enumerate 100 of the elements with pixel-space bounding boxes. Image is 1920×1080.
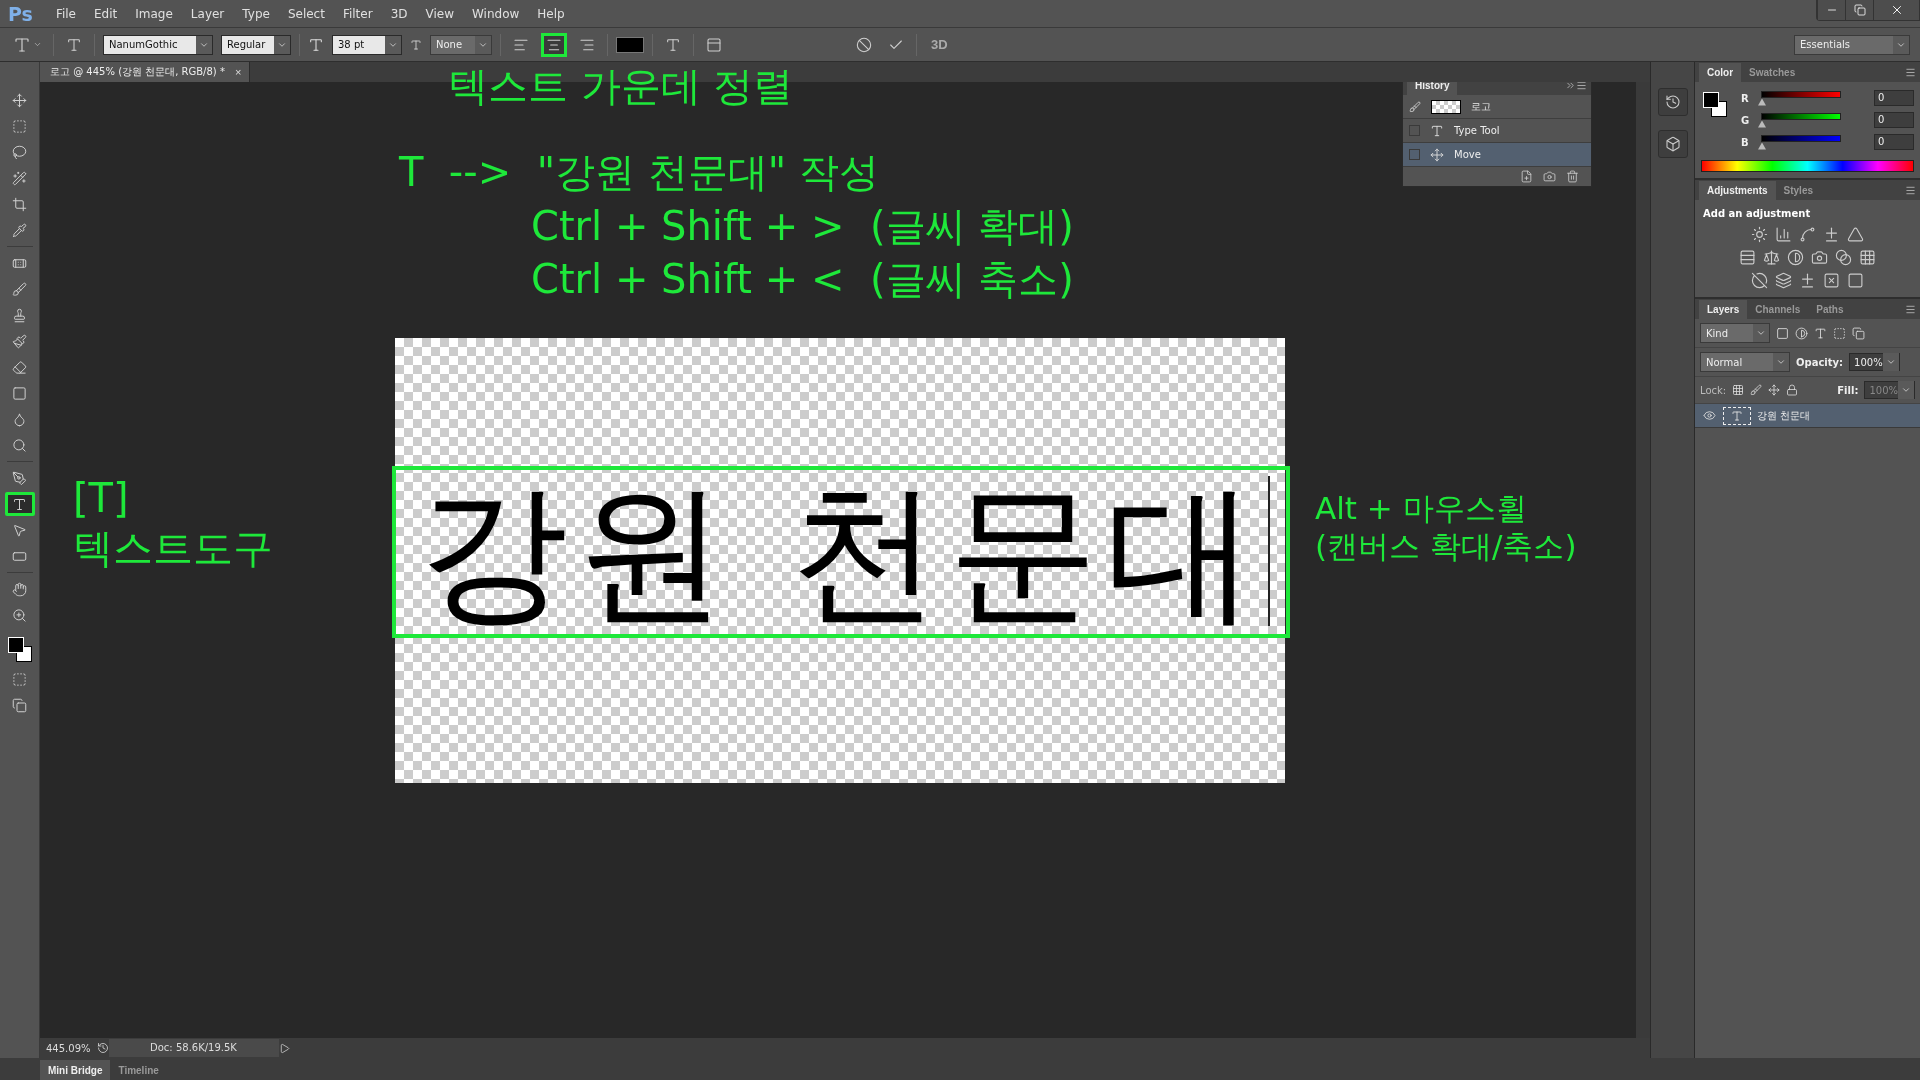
- pen-icon: [12, 470, 27, 486]
- wand-icon: [12, 170, 27, 186]
- curve-icon: [1799, 226, 1816, 243]
- panel-tab[interactable]: Paths: [1808, 300, 1852, 319]
- workspace-select[interactable]: Essentials: [1794, 34, 1910, 55]
- crop-icon: [12, 196, 27, 212]
- blend-mode-select[interactable]: Normal: [1700, 352, 1790, 372]
- align-button[interactable]: [541, 32, 567, 57]
- font-family-select[interactable]: NanumGothic: [103, 34, 213, 55]
- color-swatches[interactable]: [5, 635, 34, 665]
- properties-dock-button[interactable]: [1657, 130, 1688, 158]
- layers-icon: [1775, 272, 1792, 289]
- document-tab[interactable]: 로고 @ 445% (강원 천문대, RGB/8) * ×: [40, 62, 251, 82]
- camera-icon: [1543, 170, 1556, 183]
- type-icon: [13, 35, 31, 54]
- trash-icon: [1566, 170, 1579, 183]
- text-color-swatch[interactable]: [616, 36, 644, 53]
- channel-value[interactable]: 0: [1874, 90, 1914, 106]
- type-filter-icon: [1814, 326, 1827, 340]
- history-dock-button[interactable]: [1657, 88, 1688, 116]
- caret-icon: [33, 40, 42, 49]
- color-spectrum[interactable]: [1701, 160, 1914, 172]
- 3d-button[interactable]: 3D: [925, 36, 954, 53]
- layer-filter-select[interactable]: Kind: [1700, 323, 1770, 343]
- circle-slash-icon: [1751, 272, 1768, 289]
- history-step[interactable]: Move: [1403, 143, 1591, 167]
- caret-icon: [1756, 328, 1766, 338]
- stamp-icon: [12, 307, 27, 323]
- scale-icon: [1763, 249, 1780, 266]
- channel-value[interactable]: 0: [1874, 112, 1914, 128]
- panel-tab[interactable]: Color: [1699, 63, 1742, 82]
- grid-icon: [1859, 249, 1876, 266]
- channel-label: R: [1741, 92, 1750, 104]
- menu-icon: [1576, 82, 1587, 91]
- move-icon: [12, 92, 27, 108]
- history-icon: [1664, 94, 1681, 110]
- zoom-level: 445.09%: [45, 1042, 92, 1054]
- snapshot-thumbnail: [1431, 99, 1461, 114]
- tool-button[interactable]: [4, 492, 35, 516]
- tab-close-button[interactable]: ×: [234, 66, 242, 78]
- menu-item[interactable]: View: [416, 6, 463, 21]
- dashed-square-icon: [12, 118, 27, 134]
- play-icon: [278, 1042, 290, 1054]
- panel-tab[interactable]: Adjustments: [1699, 181, 1776, 200]
- layer-row[interactable]: 강원 천문대: [1695, 404, 1920, 428]
- square-x-icon: [1823, 272, 1840, 289]
- channel-label: G: [1741, 114, 1751, 126]
- eye-icon: [1702, 409, 1716, 422]
- font-style-select[interactable]: Regular: [221, 34, 291, 55]
- bottom-tab[interactable]: Mini Bridge: [40, 1060, 111, 1080]
- zoom-icon: [12, 607, 27, 623]
- menu-item[interactable]: Type: [233, 6, 279, 21]
- font-size-select[interactable]: 38 pt: [332, 34, 402, 55]
- circles-icon: [1835, 249, 1852, 266]
- panel-tab[interactable]: Styles: [1775, 181, 1822, 200]
- fill-label: Fill:: [1837, 384, 1859, 396]
- lock-label: Lock:: [1700, 384, 1727, 396]
- hand-icon: [12, 581, 27, 597]
- panel-icon: [706, 36, 722, 53]
- smart-filter-icon: [1852, 326, 1865, 340]
- menu-item[interactable]: Window: [463, 6, 529, 21]
- annotation-text: T --> "강원 천문대" 작성: [399, 148, 879, 196]
- square-icon: [12, 385, 27, 401]
- type-icon: [1731, 409, 1743, 422]
- image-filter-icon: [1776, 326, 1789, 340]
- menu-item[interactable]: Filter: [333, 6, 382, 21]
- menu-icon: [1905, 184, 1916, 196]
- restore-button[interactable]: [1845, 0, 1873, 20]
- antialias-select[interactable]: None: [430, 34, 492, 55]
- rows-icon: [1739, 249, 1756, 266]
- annotation-text: Alt + 마우스휠: [1315, 490, 1527, 528]
- history-snapshot[interactable]: 로고: [1403, 95, 1591, 119]
- menu-item[interactable]: Select: [278, 6, 334, 21]
- annotation-text: (캔버스 확대/축소): [1315, 528, 1577, 566]
- document-size: Doc: 58.6K/19.5K: [108, 1039, 279, 1057]
- fill-field[interactable]: 100%: [1864, 381, 1915, 399]
- caret-icon: [1885, 357, 1896, 367]
- sun-icon: [1751, 226, 1768, 243]
- lock-icon: [1786, 384, 1799, 396]
- cancel-icon: [856, 36, 872, 53]
- panel-tab[interactable]: History: [1407, 82, 1458, 95]
- menu-item[interactable]: File: [46, 6, 85, 21]
- panel-tab[interactable]: Swatches: [1741, 63, 1804, 82]
- menu-item[interactable]: Help: [528, 6, 574, 21]
- annotation-text: Ctrl + Shift + > (글씨 확대): [531, 202, 1074, 250]
- menu-item[interactable]: Edit: [85, 6, 127, 21]
- annotation-text: 텍스트 가운데 정렬: [448, 62, 794, 110]
- droplet-icon: [12, 411, 27, 427]
- brush-icon: [12, 281, 27, 297]
- menu-item[interactable]: Image: [126, 6, 182, 21]
- panel-tab[interactable]: Channels: [1747, 300, 1809, 319]
- channel-value[interactable]: 0: [1874, 134, 1914, 150]
- opacity-field[interactable]: 100%: [1849, 353, 1900, 371]
- move-icon: [1430, 147, 1444, 162]
- panel-tab[interactable]: Layers: [1699, 300, 1748, 319]
- bottom-tab[interactable]: Timeline: [110, 1060, 167, 1080]
- triangle-icon: [1847, 226, 1864, 243]
- menu-item[interactable]: Layer: [181, 6, 234, 21]
- minimize-button[interactable]: [1817, 0, 1845, 20]
- menu-item[interactable]: 3D: [381, 6, 417, 21]
